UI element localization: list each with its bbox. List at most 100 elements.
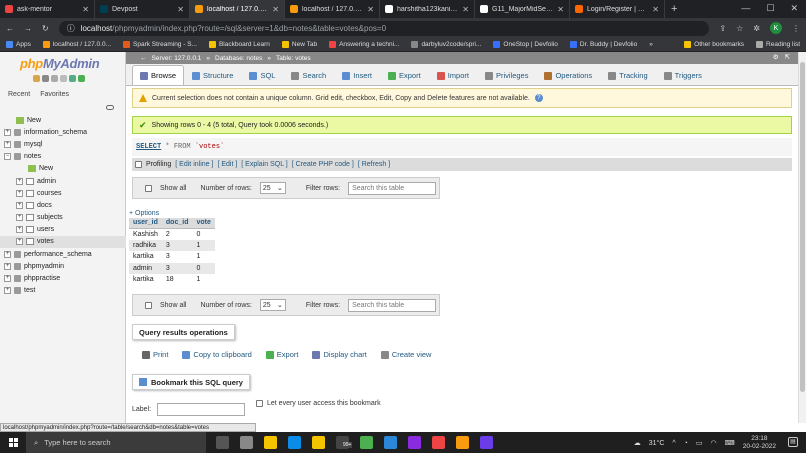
tree-node-notes[interactable]: − notes <box>0 151 126 163</box>
share-icon[interactable]: ⇪ <box>719 24 726 33</box>
taskbar-app-icon[interactable] <box>480 436 493 449</box>
tree-node-test[interactable]: + test <box>0 285 126 297</box>
tree-node-mysql[interactable]: + mysql <box>0 138 126 150</box>
tree-node-information_schema[interactable]: + information_schema <box>0 126 126 138</box>
bookmark-item[interactable]: Reading list <box>756 41 800 48</box>
close-icon[interactable]: ✕ <box>177 5 184 14</box>
menu-icon[interactable]: ⋮ <box>792 24 800 33</box>
battery-icon[interactable]: ▭ <box>696 439 703 447</box>
link-with-main-icon[interactable] <box>106 105 114 110</box>
extensions-icon[interactable]: ✲ <box>753 24 760 33</box>
bookmark-star-icon[interactable]: ☆ <box>736 24 743 33</box>
wifi-icon[interactable]: ◠ <box>711 439 717 447</box>
filter-input[interactable]: Search this table <box>348 181 437 195</box>
tab-browse[interactable]: Browse <box>132 65 185 85</box>
close-icon[interactable]: ✕ <box>462 5 469 14</box>
print-link[interactable]: Print <box>142 350 168 359</box>
browser-tab[interactable]: Devpost ✕ <box>95 0 190 18</box>
tab-privileges[interactable]: Privileges <box>477 65 537 85</box>
tab-triggers[interactable]: Triggers <box>656 65 710 85</box>
maximize-icon[interactable]: ☐ <box>766 3 774 14</box>
docs-icon[interactable] <box>60 75 67 82</box>
expand-icon[interactable]: + <box>16 189 23 197</box>
crumb-database[interactable]: Database: notes <box>215 55 262 62</box>
tab-search[interactable]: Search <box>283 65 334 85</box>
every-user-checkbox[interactable] <box>256 400 263 407</box>
gear-icon[interactable]: ⚙ <box>773 53 779 61</box>
refresh-link[interactable]: [ Refresh ] <box>358 161 390 168</box>
tab-export[interactable]: Export <box>380 65 429 85</box>
profile-avatar[interactable]: K <box>770 22 782 34</box>
rows-select[interactable]: 25 ⌄ <box>259 182 286 194</box>
clock[interactable]: 23:18 20-02-2022 <box>743 435 776 451</box>
browser-tab[interactable]: localhost / 127.0.0.1 ✕ <box>190 0 285 18</box>
tree-node-admin[interactable]: + admin <box>0 175 126 187</box>
close-icon[interactable]: ✕ <box>652 5 659 14</box>
browser-tab[interactable]: Login/Register | Notes ✕ <box>570 0 665 18</box>
create-view-link[interactable]: Create view <box>380 350 431 359</box>
tree-node-New[interactable]: New <box>0 163 126 175</box>
create-php-code-link[interactable]: [ Create PHP code ] <box>292 161 354 168</box>
tab-sql[interactable]: SQL <box>241 65 283 85</box>
phpmyadmin-logo[interactable]: phpMyAdmin <box>20 56 100 71</box>
bookmark-item[interactable]: darbyluv2code/spri... <box>411 41 481 48</box>
expand-icon[interactable]: + <box>16 226 23 234</box>
taskbar-app-icon[interactable] <box>240 436 253 449</box>
tree-node-phppractise[interactable]: + phppractise <box>0 272 126 284</box>
crumb-server[interactable]: Server: 127.0.0.1 <box>152 55 202 62</box>
chevron-up-icon[interactable]: ^ <box>672 440 675 447</box>
help-icon[interactable] <box>51 75 58 82</box>
sql-select-keyword[interactable]: SELECT <box>136 143 161 151</box>
tree-node-users[interactable]: + users <box>0 224 126 236</box>
expand-icon[interactable]: + <box>4 140 11 148</box>
browser-tab[interactable]: localhost / 127.0.0.1 ✕ <box>285 0 380 18</box>
tree-node-votes[interactable]: + votes <box>0 235 126 249</box>
logout-icon[interactable] <box>42 75 49 82</box>
tree-node-performance_schema[interactable]: + performance_schema <box>0 248 126 260</box>
expand-icon[interactable]: + <box>16 238 23 246</box>
expand-icon[interactable]: + <box>16 214 23 222</box>
scrollbar-thumb[interactable] <box>800 62 805 392</box>
home-icon[interactable] <box>33 75 40 82</box>
taskbar-app-icon[interactable] <box>384 436 397 449</box>
bookmark-item[interactable]: OneStop | Devfolio <box>493 41 558 48</box>
new-tab-button[interactable]: + <box>671 3 677 15</box>
close-icon[interactable]: ✕ <box>272 5 279 14</box>
close-window-icon[interactable]: ✕ <box>790 3 798 14</box>
edit-inline-link[interactable]: [ Edit inline ] <box>175 161 213 168</box>
back-icon[interactable]: ← <box>6 24 14 33</box>
info-icon[interactable]: ⓘ <box>67 23 75 34</box>
tab-tracking[interactable]: Tracking <box>600 65 655 85</box>
keyboard-icon[interactable]: ⌨ <box>725 439 735 447</box>
recent-tab[interactable]: Recent <box>8 91 30 98</box>
expand-icon[interactable]: + <box>16 177 23 185</box>
expand-icon[interactable]: + <box>4 128 11 136</box>
taskbar-app-icon[interactable] <box>216 436 229 449</box>
expand-icon[interactable]: + <box>4 250 11 258</box>
options-link[interactable]: + Options <box>129 210 159 217</box>
tree-node-New[interactable]: New <box>0 114 126 126</box>
taskbar-app-icon[interactable]: 99+ <box>336 436 353 449</box>
tree-node-docs[interactable]: + docs <box>0 199 126 211</box>
settings-icon[interactable] <box>69 75 76 82</box>
taskbar-app-icon[interactable] <box>432 436 445 449</box>
tree-node-subjects[interactable]: + subjects <box>0 212 126 224</box>
taskbar-app-icon[interactable] <box>312 436 325 449</box>
close-icon[interactable]: ✕ <box>557 5 564 14</box>
tree-node-courses[interactable]: + courses <box>0 187 126 199</box>
taskbar-app-icon[interactable] <box>456 436 469 449</box>
expand-icon[interactable]: + <box>4 275 11 283</box>
edit-link[interactable]: [ Edit ] <box>217 161 237 168</box>
filter-input[interactable]: Search this table <box>348 298 437 312</box>
tab-insert[interactable]: Insert <box>334 65 380 85</box>
taskbar-app-icon[interactable] <box>408 436 421 449</box>
tab-operations[interactable]: Operations <box>536 65 600 85</box>
collapse-icon[interactable]: − <box>4 153 11 161</box>
profiling-checkbox[interactable] <box>135 161 142 168</box>
taskbar-app-icon[interactable] <box>360 436 373 449</box>
close-icon[interactable]: ✕ <box>82 5 89 14</box>
browser-tab[interactable]: harshitha123kanikam ✕ <box>380 0 475 18</box>
reload-nav-icon[interactable] <box>78 75 85 82</box>
taskbar-app-icon[interactable] <box>264 436 277 449</box>
tree-node-phpmyadmin[interactable]: + phpmyadmin <box>0 260 126 272</box>
